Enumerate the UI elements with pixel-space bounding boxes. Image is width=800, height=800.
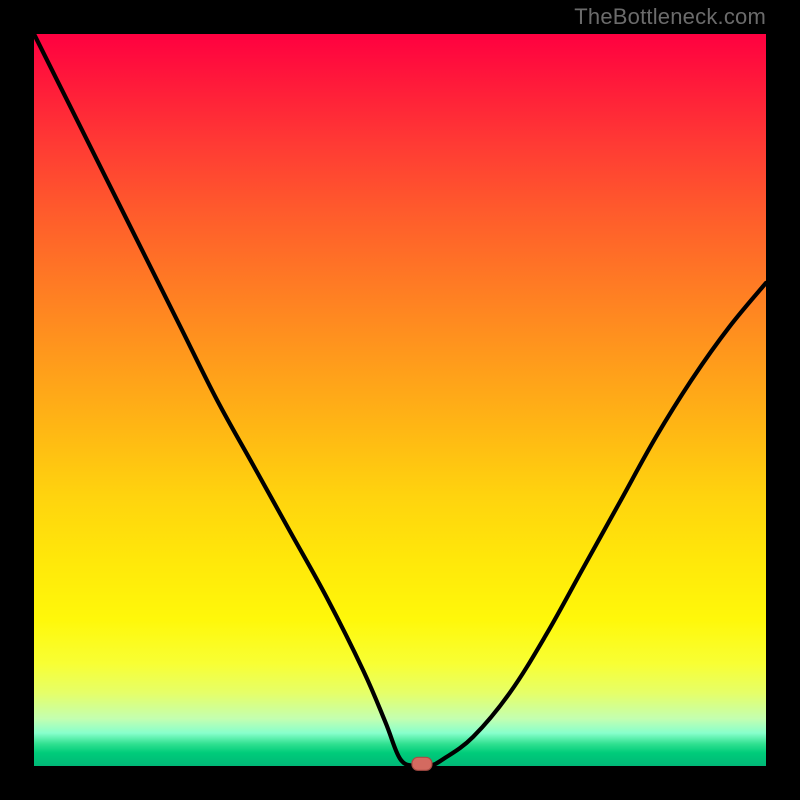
chart-frame: TheBottleneck.com bbox=[0, 0, 800, 800]
bottleneck-curve bbox=[34, 34, 766, 767]
watermark-text: TheBottleneck.com bbox=[574, 4, 766, 30]
minimum-marker bbox=[412, 757, 432, 770]
plot-area bbox=[34, 34, 766, 766]
curve-layer bbox=[34, 34, 766, 766]
